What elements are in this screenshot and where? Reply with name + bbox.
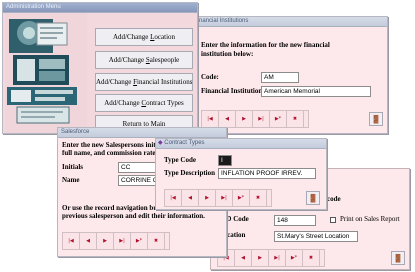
- contract-types-window: ◆ Contract Types Type Code I Type Descri…: [155, 138, 327, 210]
- delete-record-icon[interactable]: ✖: [303, 250, 320, 266]
- salesperson-name-field[interactable]: CORRINE C: [118, 175, 158, 186]
- form-icon: ◆: [158, 140, 163, 146]
- prev-record-icon[interactable]: ◀: [80, 233, 97, 249]
- financial-institution-label: Financial Institution:: [201, 87, 263, 95]
- code-field[interactable]: AM: [261, 72, 299, 83]
- contract-window-title: ◆ Contract Types: [156, 139, 326, 149]
- add-change-salespeople-button[interactable]: Add/Change Salespeople: [95, 51, 193, 69]
- prev-record-icon[interactable]: ◀: [235, 250, 252, 266]
- location-header-text: code: [327, 195, 341, 203]
- print-on-sales-report-checkbox[interactable]: [330, 217, 336, 223]
- add-change-contract-types-button[interactable]: Add/Change Contract Types: [95, 94, 193, 112]
- contract-title-text: Contract Types: [164, 140, 205, 146]
- new-record-icon[interactable]: ▶*: [286, 250, 303, 266]
- next-record-icon[interactable]: ▶: [97, 233, 114, 249]
- code-label: Code:: [201, 73, 219, 81]
- office-collage-image: [5, 13, 87, 133]
- administration-menu-window: Administration Menu Add/Change Location …: [2, 2, 198, 134]
- first-record-icon[interactable]: |◀: [202, 111, 219, 127]
- new-record-icon[interactable]: ▶*: [270, 111, 287, 127]
- financial-nav-bar: |◀ ◀ ▶ ▶| ▶* ✖: [201, 110, 309, 128]
- prev-record-icon[interactable]: ◀: [219, 111, 236, 127]
- new-record-icon[interactable]: ▶*: [233, 190, 250, 206]
- add-change-location-button[interactable]: Add/Change Location: [95, 28, 193, 46]
- delete-record-icon[interactable]: ✖: [148, 233, 165, 249]
- lid-code-field[interactable]: 148: [274, 215, 316, 226]
- salesforce-window-title: Salesforce: [58, 128, 226, 138]
- next-record-icon[interactable]: ▶: [199, 190, 216, 206]
- next-record-icon[interactable]: ▶: [236, 111, 253, 127]
- location-field[interactable]: St.Mary's Street Location: [274, 231, 358, 242]
- prev-record-icon[interactable]: ◀: [182, 190, 199, 206]
- delete-record-icon[interactable]: ✖: [250, 190, 267, 206]
- initials-label: Initials: [62, 163, 84, 171]
- financial-institutions-window: Financial Institutions Enter the informa…: [190, 16, 388, 134]
- last-record-icon[interactable]: ▶|: [253, 111, 270, 127]
- exit-door-icon[interactable]: 🚪: [306, 191, 320, 205]
- name-label: Name: [62, 176, 80, 184]
- print-on-sales-report-label: Print on Sales Report: [340, 215, 400, 223]
- next-record-icon[interactable]: ▶: [252, 250, 269, 266]
- contract-nav-bar: |◀ ◀ ▶ ▶| ▶* ✖: [164, 189, 272, 207]
- delete-record-icon[interactable]: ✖: [287, 111, 304, 127]
- type-code-field[interactable]: I: [218, 155, 232, 166]
- exit-door-icon[interactable]: 🚪: [369, 112, 383, 126]
- location-nav-bar: |◀ ◀ ▶ ▶| ▶* ✖: [217, 249, 325, 267]
- first-record-icon[interactable]: |◀: [165, 190, 182, 206]
- type-code-label: Type Code: [164, 156, 196, 164]
- last-record-icon[interactable]: ▶|: [216, 190, 233, 206]
- last-record-icon[interactable]: ▶|: [269, 250, 286, 266]
- first-record-icon[interactable]: |◀: [63, 233, 80, 249]
- new-record-icon[interactable]: ▶*: [131, 233, 148, 249]
- financial-institution-field[interactable]: American Memorial: [261, 86, 371, 97]
- add-change-financial-institutions-button[interactable]: Add/Change Financial Institutions: [95, 73, 193, 91]
- exit-door-icon[interactable]: 🚪: [391, 251, 405, 265]
- admin-menu-title: Administration Menu: [3, 3, 197, 13]
- sales-nav-bar: |◀ ◀ ▶ ▶| ▶* ✖: [62, 232, 170, 250]
- type-description-label: Type Description: [164, 169, 216, 177]
- financial-instructions: Enter the information for the new financ…: [201, 41, 330, 58]
- financial-window-title: Financial Institutions: [191, 17, 387, 27]
- last-record-icon[interactable]: ▶|: [114, 233, 131, 249]
- type-description-field[interactable]: INFLATION PROOF IRREV.: [218, 168, 316, 179]
